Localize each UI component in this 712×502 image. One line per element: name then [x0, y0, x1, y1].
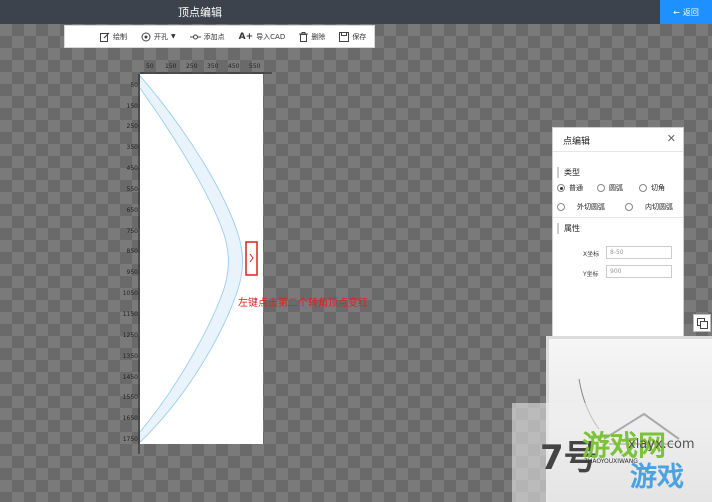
watermark-game: 游戏 — [630, 462, 684, 493]
selected-vertex-marker — [245, 241, 258, 276]
top-bar: 顶点编辑 ← 返回 — [0, 0, 712, 24]
import-cad-button[interactable]: A+ 导入CAD — [232, 26, 293, 47]
ruler-top: 50 150 250 350 450 550 — [140, 62, 272, 74]
import-cad-label: 导入CAD — [256, 32, 286, 41]
attr-section-label: 属性 — [557, 223, 580, 234]
y-coord-label: Y坐标 — [583, 271, 599, 278]
y-tick: 750 — [126, 228, 138, 235]
delete-button[interactable]: 删除 — [292, 26, 332, 47]
instruction-annotation: 左键点击第二个转角顶点变红 — [238, 298, 368, 309]
delete-label: 删除 — [311, 32, 326, 41]
edit-icon — [100, 32, 110, 42]
y-tick: 950 — [126, 269, 138, 276]
arrow-left-icon: ← — [673, 7, 680, 17]
radio-normal[interactable]: 普通 — [557, 183, 583, 193]
page-title: 顶点编辑 — [178, 6, 222, 19]
y-tick: 650 — [126, 207, 138, 214]
y-tick: 1150 — [122, 311, 138, 318]
save-label: 保存 — [352, 32, 367, 41]
x-tick: 350 — [207, 63, 219, 70]
radio-icon — [639, 184, 647, 192]
x-tick: 150 — [165, 63, 177, 70]
y-tick: 1650 — [122, 415, 138, 422]
y-tick: 1450 — [122, 374, 138, 381]
watermark-site: xlayx.com — [628, 437, 695, 452]
panel-header: 点编辑 ✕ — [553, 128, 683, 152]
y-tick: 150 — [126, 103, 138, 110]
radio-label: 普通 — [569, 184, 583, 192]
import-cad-icon: A+ — [238, 31, 254, 42]
add-point-icon — [189, 34, 201, 39]
x-tick: 50 — [146, 63, 154, 70]
radio-label: 内切圆弧 — [645, 203, 673, 211]
radio-label: 切角 — [651, 184, 665, 192]
x-tick: 550 — [249, 63, 261, 70]
add-point-label: 添加点 — [203, 32, 225, 41]
back-button[interactable]: ← 返回 — [660, 0, 712, 24]
radio-icon — [597, 184, 605, 192]
back-label: 返回 — [682, 7, 699, 17]
y-tick: 1750 — [122, 436, 138, 443]
radio-chamfer[interactable]: 切角 — [639, 183, 665, 193]
hole-label: 开孔 — [154, 32, 168, 41]
y-tick: 1550 — [122, 394, 138, 401]
radio-icon — [625, 203, 633, 211]
y-tick: 550 — [126, 186, 138, 193]
toolbar: 绘制 开孔 ▼ 添加点 A+ 导入CAD 删除 保存 — [64, 25, 375, 48]
save-icon — [339, 31, 350, 42]
y-tick: 1350 — [122, 353, 138, 360]
y-tick: 350 — [126, 144, 138, 151]
draw-button[interactable]: 绘制 — [93, 26, 134, 47]
radio-label: 圆弧 — [609, 184, 623, 192]
add-point-button[interactable]: 添加点 — [183, 26, 232, 47]
x-tick: 450 — [228, 63, 240, 70]
panel-title: 点编辑 — [563, 137, 591, 147]
x-tick: 250 — [186, 63, 198, 70]
drawing-canvas[interactable] — [140, 74, 263, 444]
ruler-left: 50 150 250 350 450 550 650 750 850 950 1… — [118, 74, 140, 454]
y-tick: 1250 — [122, 332, 138, 339]
caret-down-icon: ▼ — [171, 33, 176, 40]
section-divider — [553, 217, 683, 218]
save-button[interactable]: 保存 — [332, 26, 373, 47]
hole-icon — [141, 32, 151, 41]
y-coord-input[interactable]: 900 — [606, 265, 672, 278]
radio-icon — [557, 203, 565, 211]
shape-outline[interactable] — [140, 74, 263, 444]
x-coord-label: X坐标 — [583, 251, 600, 258]
y-tick: 50 — [130, 82, 138, 89]
draw-label: 绘制 — [113, 32, 127, 41]
hole-button[interactable]: 开孔 ▼ — [134, 26, 183, 47]
layers-icon[interactable] — [693, 314, 711, 332]
radio-inner-arc[interactable]: 内切圆弧 — [625, 202, 673, 212]
type-section-label: 类型 — [557, 167, 580, 178]
radio-outer-arc[interactable]: 外切圆弧 — [557, 202, 605, 212]
y-tick: 450 — [126, 165, 138, 172]
y-tick: 250 — [126, 123, 138, 130]
x-coord-input[interactable]: 8-50 — [606, 246, 672, 259]
radio-label: 外切圆弧 — [577, 203, 605, 211]
close-icon[interactable]: ✕ — [667, 132, 676, 145]
radio-checked-icon — [557, 184, 565, 192]
radio-arc[interactable]: 圆弧 — [597, 183, 623, 193]
y-tick: 1050 — [122, 290, 138, 297]
trash-icon — [299, 31, 309, 42]
y-tick: 850 — [126, 248, 138, 255]
